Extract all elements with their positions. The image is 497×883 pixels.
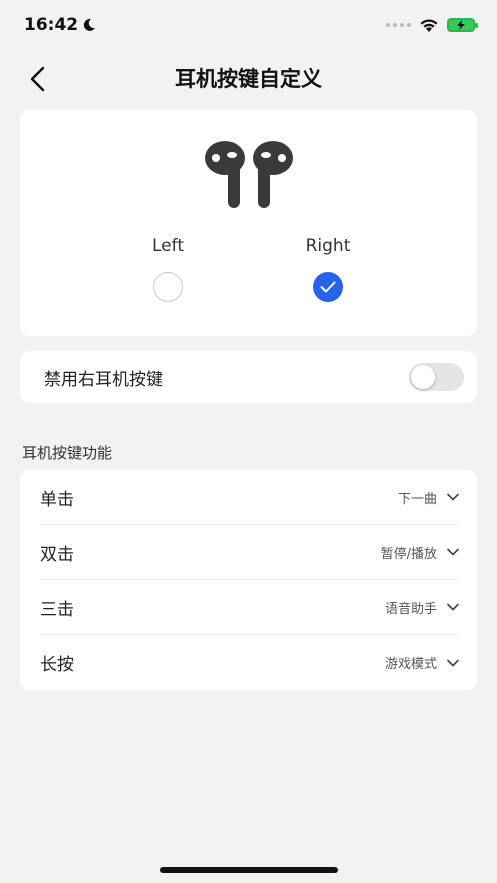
chevron-down-icon: [447, 548, 459, 556]
function-name: 三击: [40, 599, 74, 620]
nav-bar: 耳机按键自定义: [0, 54, 497, 104]
function-row-triple[interactable]: 三击 语音助手: [40, 580, 459, 635]
status-time: 16:42: [24, 15, 79, 35]
function-value-group: 暂停/播放: [381, 543, 459, 562]
function-row-double[interactable]: 双击 暂停/播放: [40, 525, 459, 580]
toggle-knob: [411, 365, 435, 389]
wifi-icon: [420, 18, 438, 32]
signal-dots-icon: [386, 23, 411, 27]
earphone-select-card: Left Right: [20, 110, 477, 336]
function-value: 语音助手: [384, 601, 437, 617]
chevron-down-icon: [447, 659, 459, 666]
page-title: 耳机按键自定义: [175, 67, 322, 91]
functions-card: 单击 下一曲 双击 暂停/播放 三击 语音助手 长按 游戏模式: [20, 470, 477, 690]
left-radio[interactable]: [153, 272, 183, 302]
function-name: 双击: [40, 544, 74, 565]
disable-right-label: 禁用右耳机按键: [44, 369, 163, 390]
functions-section-header: 耳机按键功能: [22, 444, 113, 462]
status-icons: [386, 18, 478, 33]
function-name: 单击: [40, 489, 74, 510]
chevron-down-icon: [447, 493, 459, 501]
function-value: 游戏模式: [384, 657, 437, 672]
function-value-group: 游戏模式: [385, 653, 459, 672]
left-label: Left: [152, 236, 184, 256]
chevron-down-icon: [447, 603, 459, 611]
function-row-single[interactable]: 单击 下一曲: [40, 470, 459, 525]
moon-icon: [83, 18, 96, 31]
function-value: 下一曲: [397, 491, 437, 507]
right-radio[interactable]: [313, 272, 343, 302]
function-value-group: 语音助手: [385, 598, 459, 617]
status-bar: 16:42: [0, 0, 497, 50]
disable-right-toggle[interactable]: [409, 363, 464, 391]
home-indicator: [160, 867, 338, 873]
earbuds-icon: [205, 141, 293, 208]
function-name: 长按: [40, 655, 74, 675]
checkmark-icon: [320, 281, 336, 293]
function-value: 暂停/播放: [380, 546, 437, 562]
disable-right-card: 禁用右耳机按键: [20, 351, 477, 403]
function-row-long-press[interactable]: 长按 游戏模式: [40, 635, 459, 690]
function-value-group: 下一曲: [398, 488, 459, 507]
status-time-group: 16:42: [24, 15, 96, 35]
battery-charging-icon: [447, 18, 478, 32]
right-label: Right: [305, 236, 351, 256]
